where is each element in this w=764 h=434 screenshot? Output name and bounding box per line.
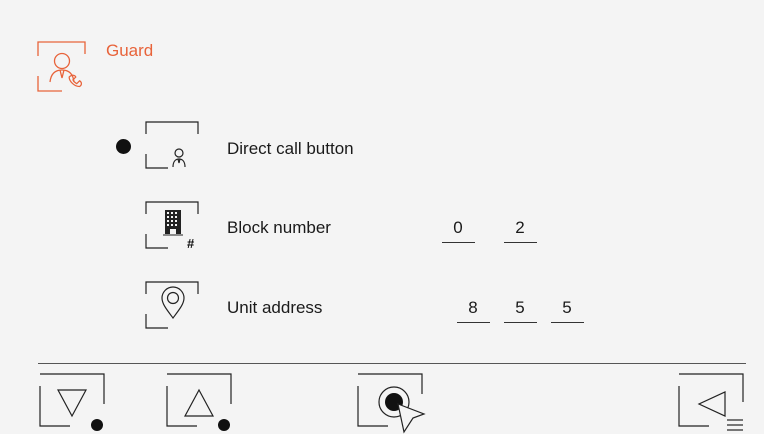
page-title: Guard xyxy=(106,41,154,60)
digit-field[interactable]: 8 xyxy=(457,298,489,318)
row-label: Direct call button xyxy=(227,139,354,158)
back-menu-icon xyxy=(678,373,744,431)
digit-underline xyxy=(504,242,537,243)
select-cursor-icon xyxy=(357,373,426,434)
back-button[interactable] xyxy=(678,373,751,434)
svg-text:#: # xyxy=(187,236,195,251)
digit-underline xyxy=(551,322,584,323)
down-button[interactable] xyxy=(39,373,112,434)
call-button-person-icon xyxy=(145,121,200,170)
row-unit-address[interactable]: Unit address 8 5 5 xyxy=(0,281,764,332)
guard-icon xyxy=(37,41,90,92)
digit-underline xyxy=(504,322,537,323)
triangle-down-icon xyxy=(39,373,105,431)
digit-field[interactable]: 2 xyxy=(504,218,536,238)
row-direct-call-button[interactable]: Direct call button xyxy=(0,121,764,172)
selected-indicator xyxy=(116,139,131,154)
row-label: Block number xyxy=(227,218,331,237)
up-button[interactable] xyxy=(166,373,239,434)
digit-field[interactable]: 0 xyxy=(442,218,474,238)
row-label: Unit address xyxy=(227,298,323,317)
digit-field[interactable]: 5 xyxy=(504,298,536,318)
digit-field[interactable]: 5 xyxy=(551,298,583,318)
location-pin-icon xyxy=(145,281,200,330)
screen: Guard Direct call button # Block number … xyxy=(0,0,764,434)
building-hash-icon: # xyxy=(145,201,200,251)
select-button[interactable] xyxy=(357,373,430,434)
triangle-up-icon xyxy=(166,373,232,431)
row-block-number[interactable]: # Block number 0 2 xyxy=(0,201,764,252)
footer-divider xyxy=(38,363,746,364)
digit-underline xyxy=(457,322,490,323)
digit-underline xyxy=(442,242,475,243)
